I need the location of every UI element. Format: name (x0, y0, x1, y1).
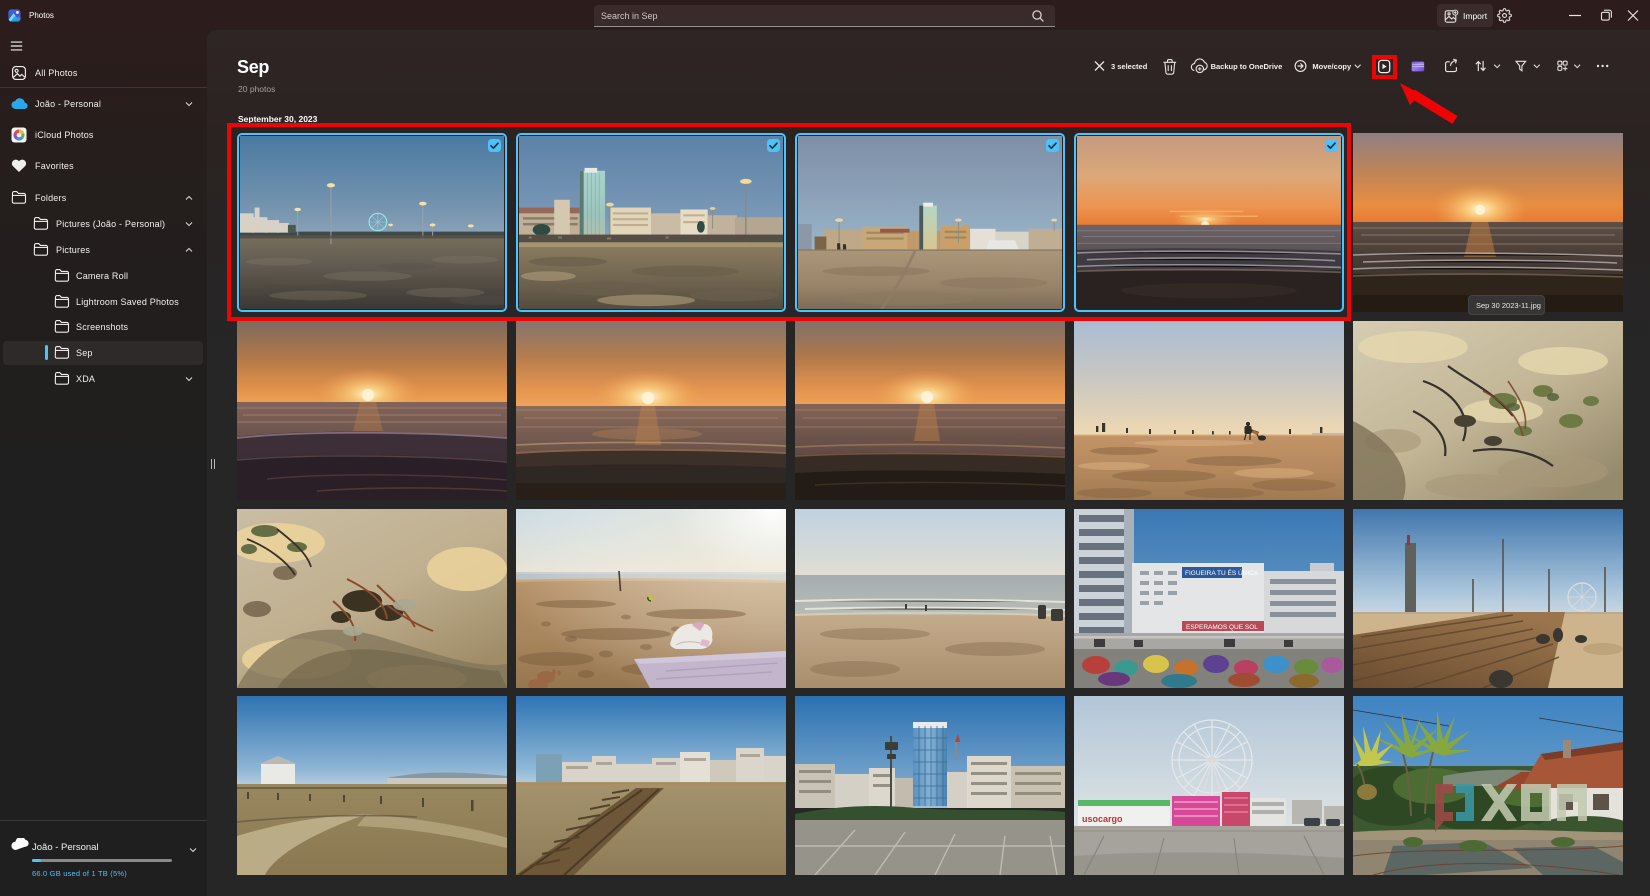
svg-text:usocargo: usocargo (1082, 814, 1123, 824)
svg-text:FIGUEIRA TU ÉS ÚNICA: FIGUEIRA TU ÉS ÚNICA (1185, 568, 1259, 577)
svg-text:Backup to OneDrive: Backup to OneDrive (1211, 62, 1283, 71)
svg-text:3 selected: 3 selected (1111, 62, 1148, 71)
svg-text:ESPERAMOS QUE SOL: ESPERAMOS QUE SOL (1186, 624, 1258, 631)
svg-text:Move/copy: Move/copy (1312, 62, 1352, 71)
